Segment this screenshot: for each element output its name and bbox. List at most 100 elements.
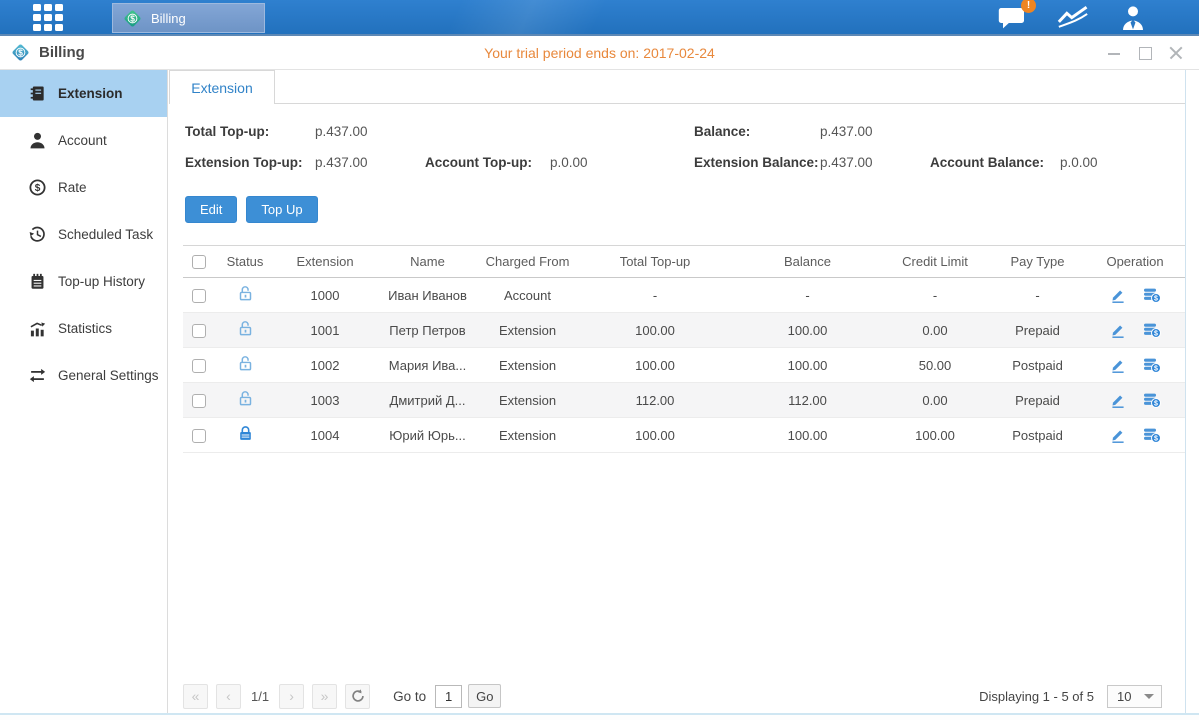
row-checkbox[interactable] <box>192 324 206 338</box>
top-up-button[interactable]: Top Up <box>246 196 317 223</box>
window-bottom-edge <box>0 713 1199 720</box>
operation-cell: $ <box>1085 313 1185 348</box>
total-topup-cell: - <box>575 278 735 313</box>
sidebar-item-statistics[interactable]: Statistics <box>0 305 167 352</box>
goto-page-input[interactable] <box>435 685 462 708</box>
edit-extension-icon[interactable] <box>1110 392 1126 408</box>
top-up-extension-icon[interactable]: $ <box>1143 287 1161 303</box>
operation-cell: $ <box>1085 278 1185 313</box>
edit-button[interactable]: Edit <box>185 196 237 223</box>
sidebar-item-rate[interactable]: $ Rate <box>0 164 167 211</box>
select-all-checkbox[interactable] <box>192 255 206 269</box>
sidebar-item-label: Account <box>58 133 107 148</box>
extension-cell: 1004 <box>275 418 375 453</box>
credit-limit-cell: - <box>880 278 990 313</box>
edit-extension-icon[interactable] <box>1110 287 1126 303</box>
displaying-text: Displaying 1 - 5 of 5 <box>979 689 1094 704</box>
next-page-button[interactable]: › <box>279 684 304 709</box>
sidebar-item-scheduled-task[interactable]: Scheduled Task <box>0 211 167 258</box>
svg-text:$: $ <box>1154 296 1158 303</box>
lock-open-icon <box>237 320 254 337</box>
edit-extension-icon[interactable] <box>1110 357 1126 373</box>
maximize-icon[interactable] <box>1138 46 1152 60</box>
credit-limit-cell: 50.00 <box>880 348 990 383</box>
tab-extension[interactable]: Extension <box>169 70 275 104</box>
status-cell <box>215 278 275 313</box>
main-panel: Extension Total Top-up: p.437.00 Extensi… <box>169 70 1186 713</box>
app-tab-billing[interactable]: $ Billing <box>112 3 265 33</box>
account-topup-value: p.0.00 <box>550 155 588 170</box>
account-topup-label: Account Top-up: <box>425 155 550 170</box>
svg-text:$: $ <box>1154 331 1158 338</box>
balance-cell: - <box>735 278 880 313</box>
credit-limit-cell: 0.00 <box>880 313 990 348</box>
col-operation: Operation <box>1085 246 1185 278</box>
sidebar-item-extension[interactable]: Extension <box>0 70 167 117</box>
top-up-extension-icon[interactable]: $ <box>1143 322 1161 338</box>
sidebar-item-label: General Settings <box>58 368 159 383</box>
edit-extension-icon[interactable] <box>1110 427 1126 443</box>
notification-badge: ! <box>1021 0 1036 13</box>
top-bar: $ Billing ! <box>0 0 1199 36</box>
row-checkbox[interactable] <box>192 289 206 303</box>
app-launcher-icon[interactable] <box>33 4 63 31</box>
extension-balance-value: p.437.00 <box>820 155 930 170</box>
row-checkbox[interactable] <box>192 394 206 408</box>
sidebar-item-label: Rate <box>58 180 87 195</box>
close-icon[interactable] <box>1169 46 1183 60</box>
top-up-extension-icon[interactable]: $ <box>1143 357 1161 373</box>
table-row: 1001Петр ПетровExtension100.00100.000.00… <box>183 313 1185 348</box>
app-tab-label: Billing <box>151 11 186 26</box>
table-row: 1000Иван ИвановAccount----$ <box>183 278 1185 313</box>
balance-cell: 112.00 <box>735 383 880 418</box>
top-up-extension-icon[interactable]: $ <box>1143 392 1161 408</box>
billing-diamond-icon: $ <box>122 8 143 29</box>
name-cell: Дмитрий Д... <box>375 383 480 418</box>
page-size-dropdown[interactable]: 10 <box>1107 685 1162 708</box>
row-checkbox[interactable] <box>192 359 206 373</box>
status-cell <box>215 383 275 418</box>
pay-type-cell: Postpaid <box>990 348 1085 383</box>
name-cell: Мария Ива... <box>375 348 480 383</box>
extension-icon <box>29 85 46 102</box>
pay-type-cell: Prepaid <box>990 383 1085 418</box>
col-balance: Balance <box>735 246 880 278</box>
svg-text:$: $ <box>1154 401 1158 408</box>
last-page-button[interactable]: » <box>312 684 337 709</box>
refresh-button[interactable] <box>345 684 370 709</box>
svg-text:$: $ <box>35 183 41 194</box>
extension-cell: 1000 <box>275 278 375 313</box>
window-title-bar: $ Billing Your trial period ends on: 201… <box>0 38 1199 70</box>
resource-monitor-icon[interactable] <box>1057 5 1089 29</box>
balance-label: Balance: <box>694 124 820 139</box>
pay-type-cell: - <box>990 278 1085 313</box>
credit-limit-cell: 100.00 <box>880 418 990 453</box>
row-checkbox[interactable] <box>192 429 206 443</box>
general-settings-icon <box>29 367 46 384</box>
svg-text:$: $ <box>1154 366 1158 373</box>
sidebar-item-account[interactable]: Account <box>0 117 167 164</box>
minimize-icon[interactable] <box>1107 46 1121 60</box>
balance-cell: 100.00 <box>735 313 880 348</box>
balance-value: p.437.00 <box>820 124 873 139</box>
table-header-row: Status Extension Name Charged From Total… <box>183 246 1185 278</box>
account-icon <box>29 132 46 149</box>
go-button[interactable]: Go <box>468 684 501 708</box>
top-up-extension-icon[interactable]: $ <box>1143 427 1161 443</box>
first-page-button[interactable]: « <box>183 684 208 709</box>
sidebar-item-general-settings[interactable]: General Settings <box>0 352 167 399</box>
col-extension: Extension <box>275 246 375 278</box>
user-account-icon[interactable] <box>1119 5 1147 30</box>
edit-extension-icon[interactable] <box>1110 322 1126 338</box>
sidebar-item-topup-history[interactable]: Top-up History <box>0 258 167 305</box>
operation-cell: $ <box>1085 348 1185 383</box>
prev-page-button[interactable]: ‹ <box>216 684 241 709</box>
messages-icon[interactable]: ! <box>997 5 1027 29</box>
sidebar-item-label: Top-up History <box>58 274 145 289</box>
extension-cell: 1003 <box>275 383 375 418</box>
page-indicator: 1/1 <box>251 689 269 704</box>
sidebar-item-label: Extension <box>58 86 123 101</box>
credit-limit-cell: 0.00 <box>880 383 990 418</box>
table-row: 1002Мария Ива...Extension100.00100.0050.… <box>183 348 1185 383</box>
extension-cell: 1002 <box>275 348 375 383</box>
